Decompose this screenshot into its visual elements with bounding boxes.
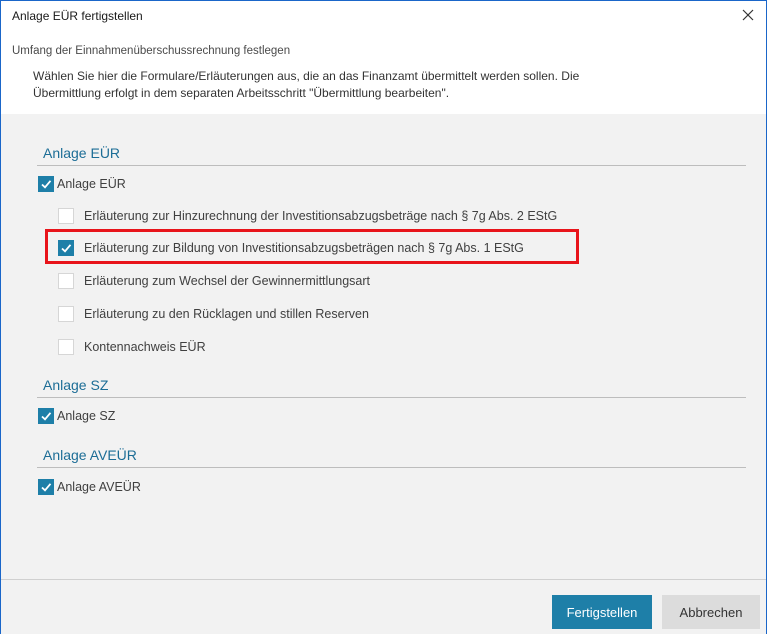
close-icon[interactable] <box>738 5 758 25</box>
highlight-annotation <box>45 229 579 264</box>
section-title-eur: Anlage EÜR <box>43 145 121 161</box>
section-divider-eur <box>37 165 746 166</box>
checkbox-wechsel-gewinnermittlung[interactable] <box>58 273 74 289</box>
abbrechen-button[interactable]: Abbrechen <box>662 595 760 629</box>
checkbox-label-anlage-eur: Anlage EÜR <box>57 177 126 191</box>
dialog-window: Anlage EÜR fertigstellen Umfang der Einn… <box>0 0 767 634</box>
checkbox-label-wechsel-gewinnermittlung: Erläuterung zum Wechsel der Gewinnermitt… <box>84 274 371 288</box>
description-line-2: Übermittlung erfolgt in dem separaten Ar… <box>33 86 450 100</box>
checkmark-icon <box>41 180 52 189</box>
checkmark-icon <box>41 412 52 421</box>
description-line-1: Wählen Sie hier die Formulare/Erläuterun… <box>33 69 580 83</box>
checkbox-kontennachweis[interactable] <box>58 339 74 355</box>
checkbox-row-anlage-eur[interactable]: Anlage EÜR <box>38 176 126 192</box>
checkbox-hinzurechnung[interactable] <box>58 208 74 224</box>
checkbox-ruecklagen[interactable] <box>58 306 74 322</box>
window-title: Anlage EÜR fertigstellen <box>12 9 143 23</box>
checkbox-row-kontennachweis[interactable]: Kontennachweis EÜR <box>58 339 206 355</box>
checkbox-label-hinzurechnung: Erläuterung zur Hinzurechnung der Invest… <box>84 209 558 223</box>
checkbox-label-anlage-sz: Anlage SZ <box>57 409 116 423</box>
checkbox-row-ruecklagen[interactable]: Erläuterung zu den Rücklagen und stillen… <box>58 306 369 322</box>
dialog-header: Umfang der Einnahmenüberschussrechnung f… <box>1 31 766 114</box>
section-divider-sz <box>37 397 746 398</box>
checkbox-row-hinzurechnung[interactable]: Erläuterung zur Hinzurechnung der Invest… <box>58 208 557 224</box>
checkbox-label-kontennachweis: Kontennachweis EÜR <box>84 340 206 354</box>
section-divider-aveur <box>37 467 746 468</box>
checkmark-icon <box>41 483 52 492</box>
checkbox-anlage-eur[interactable] <box>38 176 54 192</box>
header-heading: Umfang der Einnahmenüberschussrechnung f… <box>12 45 291 57</box>
checkbox-anlage-sz[interactable] <box>38 408 54 424</box>
checkbox-row-anlage-aveur[interactable]: Anlage AVEÜR <box>38 479 141 495</box>
title-bar: Anlage EÜR fertigstellen <box>1 1 766 31</box>
checkbox-label-anlage-aveur: Anlage AVEÜR <box>57 480 141 494</box>
checkbox-row-wechsel-gewinnermittlung[interactable]: Erläuterung zum Wechsel der Gewinnermitt… <box>58 273 370 289</box>
fertigstellen-button[interactable]: Fertigstellen <box>552 595 652 629</box>
section-title-sz: Anlage SZ <box>43 377 109 393</box>
header-description: Wählen Sie hier die Formulare/Erläuterun… <box>33 68 733 102</box>
checkbox-anlage-aveur[interactable] <box>38 479 54 495</box>
checkbox-row-anlage-sz[interactable]: Anlage SZ <box>38 408 115 424</box>
checkbox-label-ruecklagen: Erläuterung zu den Rücklagen und stillen… <box>84 307 369 321</box>
section-title-aveur: Anlage AVEÜR <box>43 447 137 463</box>
